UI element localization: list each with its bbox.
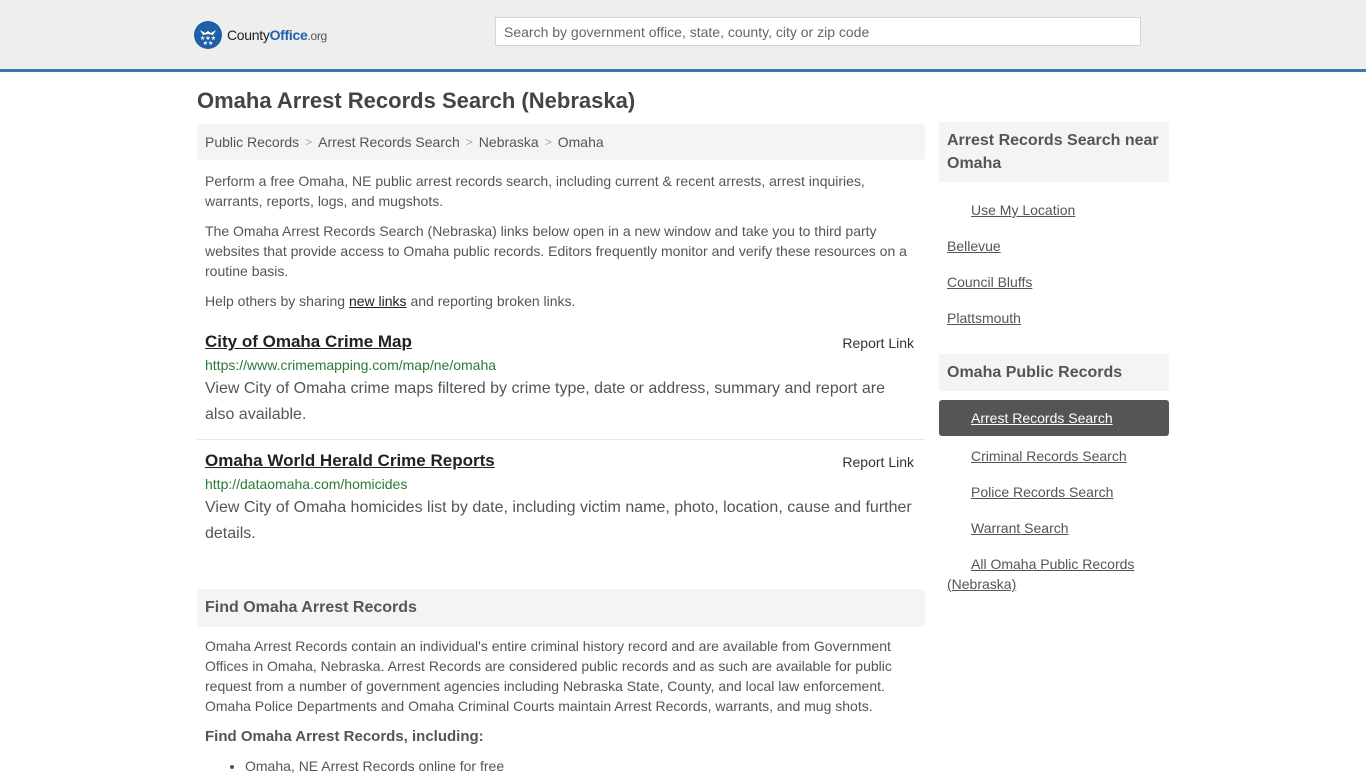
find-records-list: Omaha, NE Arrest Records online for free (205, 756, 917, 776)
resource-title-link[interactable]: City of Omaha Crime Map (205, 331, 412, 353)
breadcrumb: Public Records > Arrest Records Search >… (197, 124, 925, 160)
nearby-city-bellevue[interactable]: Bellevue (939, 230, 1169, 262)
intro-paragraph: The Omaha Arrest Records Search (Nebrask… (205, 223, 907, 279)
intro: Perform a free Omaha, NE public arrest r… (197, 171, 925, 311)
sidebar: Arrest Records Search near Omaha Use My … (939, 122, 1169, 604)
find-records-body: Omaha Arrest Records contain an individu… (205, 638, 892, 714)
sidebar-item-criminal-records-search[interactable]: Criminal Records Search (939, 440, 1169, 472)
new-links-link[interactable]: new links (349, 293, 407, 309)
find-records-subheading: Find Omaha Arrest Records, including: (205, 728, 484, 745)
divider (197, 439, 925, 440)
resource-link-item: Omaha World Herald Crime Reports Report … (197, 450, 925, 547)
report-link-button[interactable]: Report Link (842, 335, 914, 351)
list-item: Omaha, NE Arrest Records online for free (245, 756, 917, 776)
intro-paragraph: Perform a free Omaha, NE public arrest r… (205, 173, 865, 209)
sidebar-item-police-records-search[interactable]: Police Records Search (939, 476, 1169, 508)
resource-url: https://www.crimemapping.com/map/ne/omah… (205, 357, 497, 373)
site-logo[interactable]: ★★★ ★★ CountyOffice.org (194, 20, 327, 50)
find-records-heading: Find Omaha Arrest Records (197, 589, 925, 627)
public-records-heading: Omaha Public Records (939, 354, 1169, 391)
nearby-list: Use My Location Bellevue Council Bluffs … (939, 194, 1169, 334)
sidebar-item-all-public-records[interactable]: All Omaha Public Records (Nebraska) (939, 548, 1169, 600)
search-input[interactable] (495, 17, 1141, 46)
report-link-button[interactable]: Report Link (842, 454, 914, 470)
svg-text:★★: ★★ (203, 40, 214, 46)
breadcrumb-nebraska[interactable]: Nebraska (479, 134, 539, 150)
page-title: Omaha Arrest Records Search (Nebraska) (197, 88, 636, 113)
share-links-paragraph: Help others by sharing new links and rep… (205, 293, 576, 309)
breadcrumb-public-records[interactable]: Public Records (205, 134, 299, 150)
find-records-section: Omaha Arrest Records contain an individu… (197, 636, 925, 776)
resource-description: View City of Omaha crime maps filtered b… (205, 380, 885, 423)
breadcrumb-omaha[interactable]: Omaha (558, 134, 604, 150)
public-records-list: Arrest Records Search Criminal Records S… (939, 400, 1169, 600)
nearby-heading: Arrest Records Search near Omaha (939, 122, 1169, 182)
sidebar-item-warrant-search[interactable]: Warrant Search (939, 512, 1169, 544)
resource-url: http://dataomaha.com/homicides (205, 476, 408, 492)
eagle-stars-logo-icon: ★★★ ★★ (194, 21, 222, 49)
main-content: Public Records > Arrest Records Search >… (197, 124, 925, 776)
logo-text: CountyOffice.org (227, 27, 327, 43)
breadcrumb-arrest-records-search[interactable]: Arrest Records Search (318, 134, 460, 150)
nearby-city-plattsmouth[interactable]: Plattsmouth (939, 302, 1169, 334)
resource-link-item: City of Omaha Crime Map Report Link http… (197, 331, 925, 428)
resource-description: View City of Omaha homicides list by dat… (205, 499, 912, 542)
site-header: ★★★ ★★ CountyOffice.org (0, 0, 1366, 72)
use-my-location-link[interactable]: Use My Location (939, 194, 1169, 226)
nearby-city-council-bluffs[interactable]: Council Bluffs (939, 266, 1169, 298)
resource-title-link[interactable]: Omaha World Herald Crime Reports (205, 450, 495, 472)
breadcrumb-separator: > (544, 135, 552, 149)
breadcrumb-separator: > (305, 135, 313, 149)
breadcrumb-separator: > (465, 135, 473, 149)
sidebar-item-arrest-records-search[interactable]: Arrest Records Search (939, 400, 1169, 436)
